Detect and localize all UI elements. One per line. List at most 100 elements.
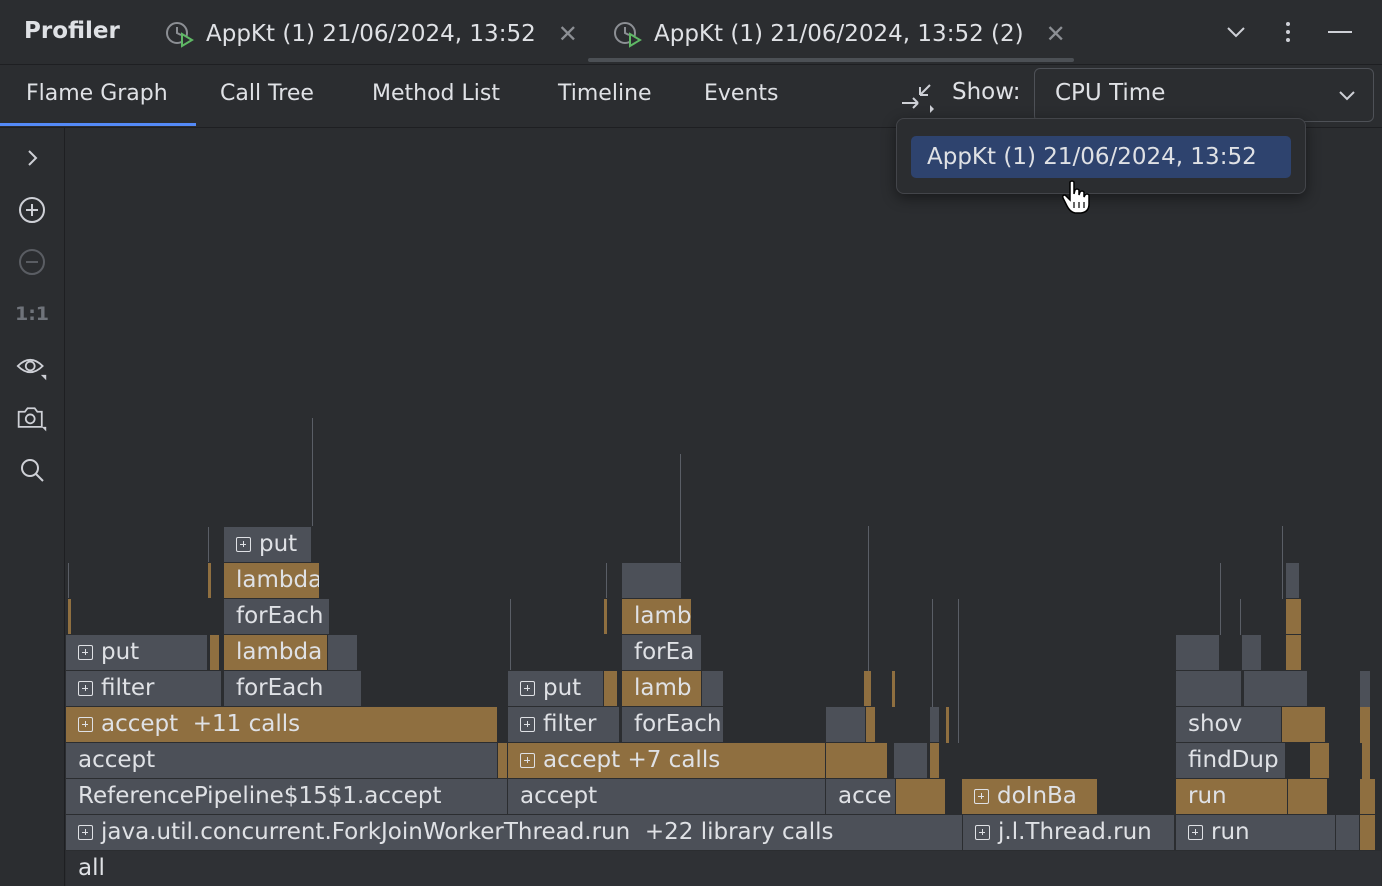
flame-frame[interactable] [1336, 815, 1360, 850]
flame-frame[interactable]: forEach [224, 671, 362, 706]
flame-frame[interactable]: lambda [224, 563, 320, 598]
frame-label: accept [543, 747, 621, 773]
flame-frame[interactable] [702, 671, 724, 706]
flame-frame[interactable] [604, 671, 618, 706]
tab-snapshot-1[interactable]: AppKt (1) 21/06/2024, 13:52 ✕ [164, 16, 578, 52]
eye-icon[interactable] [16, 350, 48, 382]
frame-calls: +11 calls [192, 711, 301, 737]
flame-frame[interactable] [1286, 599, 1302, 634]
flame-frame[interactable]: accept +7 calls [508, 743, 826, 778]
flame-frame[interactable] [930, 707, 940, 742]
frame-label: forEa [634, 639, 695, 665]
compare-snapshot-option[interactable]: AppKt (1) 21/06/2024, 13:52 [911, 136, 1291, 178]
tab-timeline[interactable]: Timeline [558, 81, 652, 106]
flame-frame[interactable]: java.util.concurrent.ForkJoinWorkerThrea… [66, 815, 963, 850]
flame-frame[interactable] [210, 635, 220, 670]
flame-frame[interactable]: lamb [622, 671, 702, 706]
flame-frame[interactable]: accept +11 calls [66, 707, 498, 742]
frame-label: filter [101, 675, 155, 701]
frame-label: forEach [236, 675, 324, 701]
flame-frame[interactable] [1176, 635, 1220, 670]
flame-frame[interactable] [1288, 779, 1328, 814]
frame-label: forEach [236, 603, 324, 629]
expand-frame-icon [1188, 825, 1203, 840]
flame-frame[interactable]: filter [508, 707, 620, 742]
flame-frame[interactable] [1282, 707, 1326, 742]
flame-frame[interactable]: shov [1176, 707, 1282, 742]
flame-frame[interactable]: lambda [224, 635, 328, 670]
flame-frame[interactable] [826, 707, 866, 742]
flame-frame[interactable] [328, 635, 358, 670]
flame-frame[interactable] [1176, 671, 1242, 706]
flame-frame[interactable]: accept [66, 743, 498, 778]
frame-calls: +7 calls [627, 747, 721, 773]
flame-frame[interactable]: put [66, 635, 208, 670]
tab-events[interactable]: Events [704, 81, 779, 106]
flame-graph-canvas[interactable]: all java.util.concurrent.ForkJoinWorkerT… [66, 128, 1382, 886]
close-icon[interactable]: ✕ [558, 20, 578, 48]
tab-call-tree[interactable]: Call Tree [220, 81, 314, 106]
frame-label: accept [520, 783, 598, 809]
flame-frame[interactable] [866, 707, 876, 742]
search-icon[interactable] [16, 454, 48, 486]
more-options-icon[interactable] [1272, 16, 1304, 48]
zoom-in-icon[interactable] [16, 194, 48, 226]
frame-label: shov [1188, 711, 1243, 737]
flame-frame[interactable]: doInBa [962, 779, 1098, 814]
flame-frame[interactable] [894, 743, 928, 778]
flame-frame[interactable]: run [1176, 815, 1336, 850]
expand-frame-icon [236, 537, 251, 552]
flame-frame[interactable]: lamb [622, 599, 692, 634]
flame-sliver [892, 671, 895, 707]
flame-frame[interactable]: j.l.Thread.run [963, 815, 1175, 850]
flame-frame[interactable] [1242, 635, 1262, 670]
frame-label: run [1211, 819, 1250, 845]
flame-frame[interactable]: accept [508, 779, 826, 814]
flame-frame[interactable] [1286, 635, 1302, 670]
flame-frame[interactable]: run [1176, 779, 1288, 814]
chevron-down-icon[interactable] [1220, 16, 1252, 48]
camera-icon[interactable] [16, 402, 48, 434]
flame-frame[interactable]: acce [826, 779, 896, 814]
flame-frame[interactable] [930, 743, 940, 778]
flame-sliver [1362, 743, 1370, 779]
hand-cursor-icon [1062, 180, 1090, 214]
flame-frame[interactable] [864, 671, 872, 706]
flame-frame[interactable]: filter [66, 671, 222, 706]
flame-frame[interactable]: forEach [622, 707, 724, 742]
close-icon[interactable]: ✕ [1046, 20, 1066, 48]
expand-frame-icon [520, 753, 535, 768]
zoom-out-icon[interactable] [16, 246, 48, 278]
frame-label: accept [101, 711, 179, 737]
flame-frame[interactable] [826, 743, 888, 778]
flame-frame[interactable] [1286, 563, 1300, 598]
active-tab-indicator [588, 58, 1074, 62]
flame-frame[interactable]: put [224, 527, 312, 562]
actual-size-button[interactable]: 1:1 [15, 298, 49, 330]
tab-snapshot-2[interactable]: AppKt (1) 21/06/2024, 13:52 (2) ✕ [612, 16, 1066, 52]
flame-frame[interactable] [498, 743, 508, 778]
flame-frame[interactable] [1360, 815, 1376, 850]
flame-frame[interactable]: findDup [1176, 743, 1286, 778]
flame-frame[interactable]: forEa [622, 635, 702, 670]
flame-frame-root[interactable]: all [66, 851, 1382, 886]
flame-frame[interactable]: forEach [224, 599, 330, 634]
show-metric-select[interactable]: CPU Time [1034, 68, 1374, 122]
compare-snapshots-icon[interactable] [900, 79, 938, 117]
expand-icon[interactable] [16, 142, 48, 174]
tab-flame-graph[interactable]: Flame Graph [26, 81, 168, 106]
flame-frame[interactable] [1310, 743, 1330, 778]
flame-frame[interactable] [622, 563, 682, 598]
flame-frame[interactable]: ReferencePipeline$15$1.accept [66, 779, 508, 814]
flame-frame[interactable]: put [508, 671, 604, 706]
flame-frame[interactable] [1360, 779, 1376, 814]
frame-label: forEach [634, 711, 722, 737]
flame-frame[interactable] [896, 779, 946, 814]
tab-label: AppKt (1) 21/06/2024, 13:52 [206, 21, 536, 47]
tab-method-list[interactable]: Method List [372, 81, 500, 106]
minimize-icon[interactable] [1324, 16, 1356, 48]
flame-frame[interactable] [1244, 671, 1308, 706]
frame-label: lamb [634, 603, 692, 629]
tool-window-header: Profiler AppKt (1) 21/06/2024, 13:52 ✕ A… [0, 0, 1382, 65]
flame-sliver [1360, 707, 1370, 743]
